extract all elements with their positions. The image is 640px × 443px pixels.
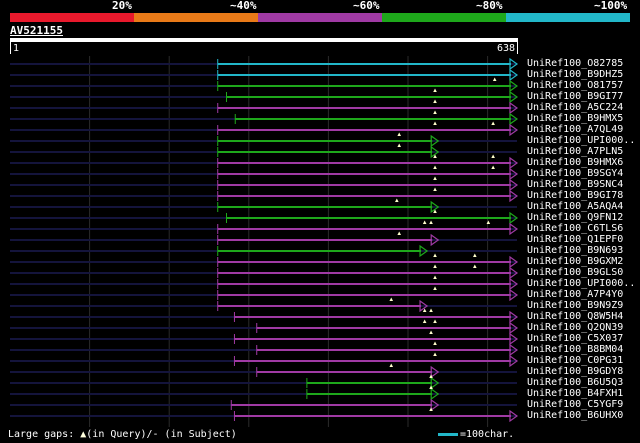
gap-triangle-icon [491, 165, 495, 169]
gap-triangle-icon [433, 253, 437, 257]
hit-label[interactable]: UniRef100_B9SNC4 [527, 179, 623, 190]
hit-label[interactable]: UniRef100_B8BM04 [527, 344, 623, 355]
hit-label[interactable]: UniRef100_B9GLS0 [527, 267, 623, 278]
gap-triangle-icon [429, 330, 433, 334]
gap-triangle-icon [389, 363, 394, 367]
hit-label[interactable]: UniRef100_Q8W5H4 [527, 311, 623, 322]
gaps-prefix: Large gaps: [8, 429, 81, 440]
gap-triangle-icon [473, 253, 477, 257]
large-gaps-legend: Large gaps: ▲(in Query)/- (in Subject) [8, 429, 237, 441]
gap-triangle-icon [433, 176, 437, 180]
gap-triangle-icon [389, 297, 394, 301]
hit-label[interactable]: UniRef100_UPI000.. [527, 278, 635, 289]
hit-label[interactable]: UniRef100_A5AQA4 [527, 201, 623, 212]
gap-triangle-icon [433, 165, 437, 169]
gap-triangle-icon [491, 121, 495, 125]
hit-label[interactable]: UniRef100_O81757 [527, 80, 623, 91]
gap-triangle-icon [422, 319, 427, 323]
hit-label[interactable]: UniRef100_A7QL49 [527, 124, 623, 135]
gap-triangle-icon [433, 187, 437, 191]
hit-label[interactable]: UniRef100_B9HMX5 [527, 113, 623, 124]
gap-triangle-icon [433, 286, 437, 290]
hit-label[interactable]: UniRef100_B9GXM2 [527, 256, 623, 267]
scale-legend: =100char. [438, 429, 514, 441]
hit-label[interactable]: UniRef100_O82785 [527, 58, 623, 69]
hit-label[interactable]: UniRef100_Q9FN12 [527, 212, 623, 223]
hit-label[interactable]: UniRef100_B9N9Z9 [527, 300, 623, 311]
hit-label[interactable]: UniRef100_B9GI78 [527, 190, 623, 201]
hit-label[interactable]: UniRef100_A5C224 [527, 102, 623, 113]
hit-label[interactable]: UniRef100_B6UHX0 [527, 410, 623, 421]
gap-triangle-icon [491, 154, 495, 158]
gap-triangle-icon [395, 198, 399, 202]
hit-label[interactable]: UniRef100_B9GI77 [527, 91, 623, 102]
hit-label[interactable]: UniRef100_Q1EPF0 [527, 234, 623, 245]
gap-triangle-icon [433, 341, 437, 345]
scale-text: =100char. [460, 429, 515, 440]
gap-triangle-icon [433, 121, 437, 125]
gap-triangle-icon [492, 77, 497, 81]
gap-triangle-icon [429, 308, 433, 312]
gap-triangle-icon [433, 88, 437, 92]
gap-triangle-icon [422, 220, 427, 224]
gap-triangle-icon [433, 275, 437, 279]
hit-label[interactable]: UniRef100_C5X037 [527, 333, 623, 344]
gap-triangle-icon [397, 143, 402, 147]
hit-label[interactable]: UniRef100_Q2QN39 [527, 322, 623, 333]
gap-triangle-icon [433, 264, 437, 268]
gap-triangle-icon [397, 231, 402, 235]
hit-label[interactable]: UniRef100_A7PLN5 [527, 146, 623, 157]
hit-label[interactable]: UniRef100_B6U5Q3 [527, 377, 623, 388]
gap-triangle-icon [433, 352, 437, 356]
hit-label[interactable]: UniRef100_UPI000.. [527, 135, 635, 146]
hit-label[interactable]: UniRef100_B9SGY4 [527, 168, 623, 179]
hit-label[interactable]: UniRef100_B9DHZ5 [527, 69, 623, 80]
gap-triangle-icon [486, 220, 491, 224]
gap-triangle-icon [433, 99, 437, 103]
gap-triangle-icon [473, 264, 477, 268]
gap-triangle-icon [433, 110, 437, 114]
hit-label[interactable]: UniRef100_A7P4Y0 [527, 289, 623, 300]
hit-label[interactable]: UniRef100_B9HMX6 [527, 157, 623, 168]
gap-triangle-icon [429, 220, 433, 224]
hit-label[interactable]: UniRef100_B9N693 [527, 245, 623, 256]
gap-triangle-icon [433, 319, 437, 323]
hit-label[interactable]: UniRef100_C0PG31 [527, 355, 623, 366]
gap-triangle-icon [397, 132, 402, 136]
gaps-query-text: (in Query)/- (in Subject) [86, 429, 237, 440]
hit-label[interactable]: UniRef100_C6TLS6 [527, 223, 623, 234]
hit-label[interactable]: UniRef100_B9GDY8 [527, 366, 623, 377]
scale-swatch [438, 432, 458, 436]
hit-label[interactable]: UniRef100_C5YGF9 [527, 399, 623, 410]
hit-label[interactable]: UniRef100_B4FXH1 [527, 388, 623, 399]
